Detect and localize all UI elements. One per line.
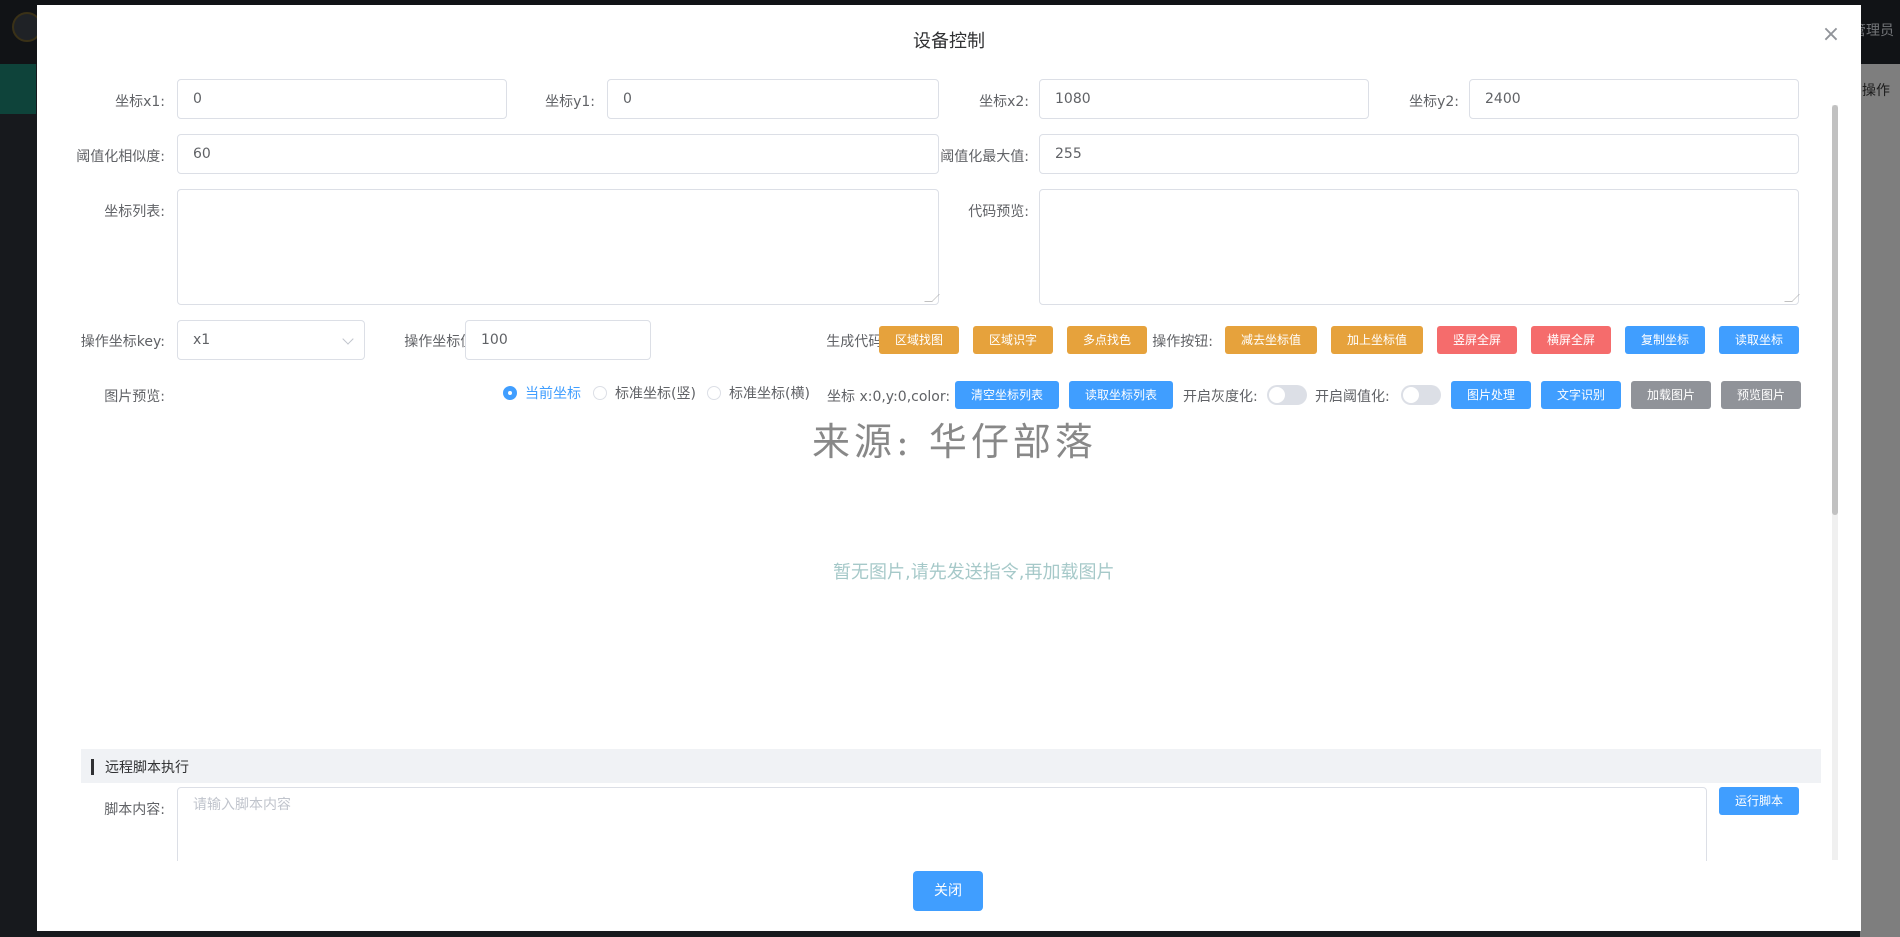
region-find-image-button[interactable]: 区域找图 (879, 326, 959, 354)
threshold-max-input[interactable]: 255 (1039, 134, 1799, 174)
y2-input[interactable]: 2400 (1469, 79, 1799, 119)
image-preview-label: 图片预览: (104, 389, 165, 405)
watermark-text: 来源: 华仔部落 (812, 420, 1097, 464)
coord-list-textarea[interactable] (177, 189, 940, 305)
radio-standard-portrait[interactable]: 标准坐标(竖) (593, 384, 696, 404)
script-content-label: 脚本内容: (104, 802, 165, 818)
x2-label: 坐标x2: (979, 94, 1029, 110)
operate-buttons-label: 操作按钮: (1152, 334, 1213, 350)
read-coord-list-button[interactable]: 读取坐标列表 (1069, 381, 1173, 409)
threshold-toggle-label: 开启阈值化: (1315, 389, 1390, 405)
code-preview-textarea[interactable] (1039, 189, 1800, 305)
dialog-body: 坐标x1: 0 坐标y1: 0 坐标x2: 1080 坐标y2: 2400 阈值… (37, 61, 1837, 861)
radio-standard-landscape[interactable]: 标准坐标(横) (707, 384, 810, 404)
plus-coord-button[interactable]: 加上坐标值 (1331, 326, 1423, 354)
operate-key-value: x1 (193, 332, 211, 348)
read-coord-button[interactable]: 读取坐标 (1719, 326, 1799, 354)
generate-code-label: 生成代码: (826, 334, 887, 350)
operate-key-label: 操作坐标key: (80, 334, 165, 350)
clear-coord-list-button[interactable]: 清空坐标列表 (955, 381, 1059, 409)
multi-point-color-button[interactable]: 多点找色 (1067, 326, 1147, 354)
x1-label: 坐标x1: (115, 94, 165, 110)
radio-unchecked-icon (593, 386, 607, 400)
y2-label: 坐标y2: (1409, 94, 1459, 110)
gray-toggle-label: 开启灰度化: (1183, 389, 1258, 405)
empty-image-text: 暂无图片,请先发送指令,再加载图片 (833, 562, 1115, 583)
operate-value-input[interactable]: 100 (465, 320, 651, 360)
threshold-max-label: 阈值化最大值: (940, 149, 1029, 165)
coord-list-label: 坐标列表: (104, 204, 165, 220)
chevron-down-icon (342, 333, 354, 345)
similarity-label: 阈值化相似度: (76, 149, 165, 165)
close-icon[interactable]: × (1821, 24, 1841, 46)
radio-current-coord[interactable]: 当前坐标 (503, 384, 581, 404)
minus-coord-button[interactable]: 减去坐标值 (1225, 326, 1317, 354)
section-accent-bar (91, 759, 94, 775)
section-title: 远程脚本执行 (105, 760, 189, 776)
preview-image-button[interactable]: 预览图片 (1721, 381, 1801, 409)
close-dialog-button[interactable]: 关闭 (913, 871, 983, 911)
load-image-button[interactable]: 加载图片 (1631, 381, 1711, 409)
gray-toggle[interactable] (1267, 385, 1307, 405)
remote-script-section-header: 远程脚本执行 (81, 749, 1821, 783)
text-recognition-button[interactable]: 文字识别 (1541, 381, 1621, 409)
coord-info-text: 坐标 x:0,y:0,color: (827, 389, 951, 405)
resize-handle[interactable] (1784, 294, 1800, 302)
operate-value-label: 操作坐标值: (404, 334, 479, 350)
region-ocr-button[interactable]: 区域识字 (973, 326, 1053, 354)
device-control-dialog: 设备控制 × 坐标x1: 0 坐标y1: 0 坐标x2: 1080 坐标y2: … (37, 5, 1861, 931)
dialog-title: 设备控制 (913, 31, 985, 52)
portrait-fullscreen-button[interactable]: 竖屏全屏 (1437, 326, 1517, 354)
similarity-input[interactable]: 60 (177, 134, 939, 174)
landscape-fullscreen-button[interactable]: 横屏全屏 (1531, 326, 1611, 354)
dialog-scrollbar-thumb[interactable] (1832, 105, 1838, 515)
script-content-textarea[interactable]: 请输入脚本内容 (177, 787, 1707, 861)
code-preview-label: 代码预览: (968, 204, 1029, 220)
radio-unchecked-icon (707, 386, 721, 400)
script-content-placeholder: 请输入脚本内容 (193, 797, 291, 813)
x1-input[interactable]: 0 (177, 79, 507, 119)
operate-key-select[interactable]: x1 (177, 320, 365, 360)
resize-handle[interactable] (924, 294, 940, 302)
threshold-toggle[interactable] (1401, 385, 1441, 405)
x2-input[interactable]: 1080 (1039, 79, 1369, 119)
radio-checked-icon (503, 386, 517, 400)
copy-coord-button[interactable]: 复制坐标 (1625, 326, 1705, 354)
image-process-button[interactable]: 图片处理 (1451, 381, 1531, 409)
y1-input[interactable]: 0 (607, 79, 939, 119)
y1-label: 坐标y1: (545, 94, 595, 110)
run-script-button[interactable]: 运行脚本 (1719, 787, 1799, 815)
